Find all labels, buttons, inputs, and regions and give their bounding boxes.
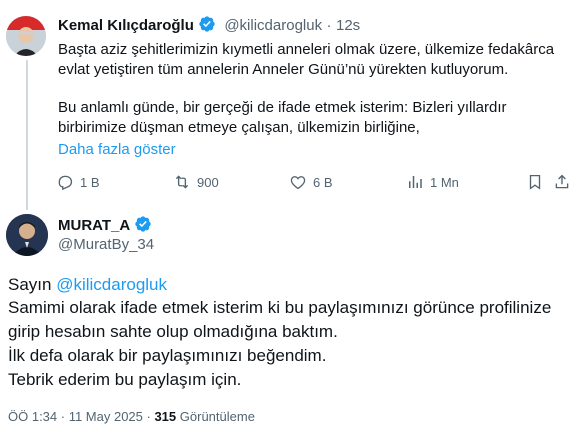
like-button[interactable]: 6 B — [289, 173, 333, 191]
murat-avatar[interactable] — [6, 214, 48, 256]
like-icon — [290, 176, 306, 190]
repost-icon — [175, 175, 189, 189]
author-name[interactable]: MURAT_A — [58, 217, 130, 234]
reply-icon — [58, 175, 73, 191]
thread-line — [26, 60, 28, 210]
main-tweet-line-3: İlk defa olarak bir paylaşımınızı beğend… — [8, 346, 327, 365]
main-tweet-line-2: girip hesabın sahte olup olmadığına bakt… — [8, 322, 338, 341]
mention-link[interactable]: @kilicdarogluk — [56, 275, 167, 294]
views-icon — [409, 176, 422, 188]
repost-count: 900 — [197, 174, 219, 190]
main-tweet-line-1: Samimi olarak ifade etmek isterim ki bu … — [8, 298, 552, 317]
share-icon — [555, 174, 569, 189]
reply-count: 1 B — [80, 174, 100, 190]
verified-badge-icon — [198, 15, 216, 33]
reply-tweet-line-4: birbirimize düşman etmeye çalışan, ülkem… — [58, 119, 420, 136]
tweet-time[interactable]: 12s — [336, 17, 360, 34]
views-button[interactable]: 1 Mn — [406, 173, 459, 191]
reply-button[interactable]: 1 B — [56, 173, 100, 191]
author-name[interactable]: Kemal Kılıçdaroğlu — [58, 17, 194, 34]
repost-button[interactable]: 900 — [173, 173, 219, 191]
greeting-prefix: Sayın — [8, 275, 57, 294]
separator: · — [326, 17, 332, 34]
show-more-link[interactable]: Daha fazla göster — [58, 140, 176, 160]
reply-tweet-line-3: Bu anlamlı günde, bir gerçeği de ifade e… — [58, 99, 507, 116]
bookmark-icon — [529, 174, 541, 190]
reply-tweet-line-2: evlat yetiştiren tüm annelerin Anneler G… — [58, 61, 509, 78]
author-handle[interactable]: @MuratBy_34 — [58, 236, 154, 253]
author-handle[interactable]: @kilicdarogluk — [224, 17, 322, 34]
like-count: 6 B — [313, 174, 333, 190]
tweet-meta: ÖÖ 1:34 · 11 May 2025 · 315 Görüntüleme — [8, 409, 255, 424]
main-tweet-greeting: Sayın @kilicdarogluk — [8, 273, 167, 296]
tweet-timestamp[interactable]: ÖÖ 1:34 · 11 May 2025 · — [8, 409, 154, 424]
bookmark-button[interactable] — [526, 173, 544, 191]
views-label: Görüntüleme — [179, 409, 255, 424]
kilicdaroglu-avatar[interactable] — [6, 16, 46, 56]
reply-tweet-line-1: Başta aziz şehitlerimizin kıymetli annel… — [58, 41, 555, 58]
view-count: 315 — [154, 409, 177, 424]
verified-badge-icon — [134, 215, 152, 233]
share-button[interactable] — [553, 173, 571, 191]
main-tweet-header: MURAT_A — [58, 215, 152, 235]
main-tweet-line-4: Tebrik ederim bu paylaşım için. — [8, 370, 242, 389]
views-count: 1 Mn — [430, 174, 459, 190]
reply-tweet-header: Kemal Kılıçdaroğlu @kilicdarogluk · 12s — [58, 15, 360, 35]
